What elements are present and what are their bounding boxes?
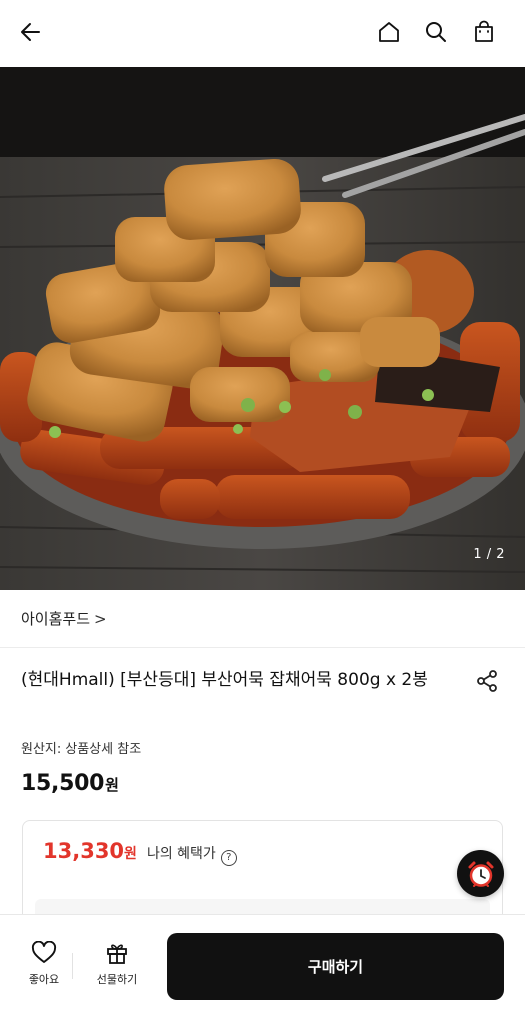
benefit-price-row: 13,330 원 나의 혜택가 ? [43,839,237,866]
benefit-price-label: 나의 혜택가 [146,846,216,862]
brand-row: 아이홈푸드 > [0,590,525,648]
origin-value: 상품상세 참조 [65,742,142,757]
benefit-price-value: 13,330 [43,839,125,863]
home-button[interactable] [371,14,407,50]
alarm-clock-button[interactable] [457,850,504,897]
brand-link[interactable]: 아이홈푸드 > [21,608,107,629]
heart-icon [31,941,57,963]
home-icon [379,22,399,42]
product-image-carousel[interactable]: 1 / 2 [0,67,525,590]
top-header [0,0,525,67]
price-value: 15,500 [21,771,105,796]
search-icon [426,22,446,42]
back-button[interactable] [13,14,49,50]
cart-button[interactable] [466,14,502,50]
like-button[interactable]: 좋아요 [16,941,72,987]
shopping-bag-icon [475,20,493,42]
help-icon[interactable]: ? [220,849,237,866]
share-button[interactable] [472,666,502,696]
arrow-left-icon [21,23,40,41]
like-label: 좋아요 [28,973,60,986]
origin-info: 원산지: 상품상세 참조 [21,738,141,757]
share-icon [477,670,497,692]
product-image [0,67,525,590]
divider [72,953,73,979]
product-title-wrap: (현대Hmall) [부산등대] 부산어묵 잡채어묵 800g x 2봉 [21,666,451,695]
buy-button[interactable]: 구매하기 [167,933,504,1000]
price-unit: 원 [105,776,119,794]
image-pager: 1 / 2 [473,547,505,562]
gift-icon [107,944,127,964]
chevron-right-icon: > [94,609,107,628]
bottom-action-bar: 좋아요 선물하기 구매하기 [0,914,525,1024]
origin-label: 원산지: [21,742,62,757]
product-price: 15,500 원 [21,771,119,796]
product-title: (현대Hmall) [부산등대] 부산어묵 잡채어묵 800g x 2봉 [21,670,428,690]
benefit-price-unit: 원 [124,846,137,862]
brand-name: 아이홈푸드 [21,610,91,628]
alarm-clock-icon [468,861,493,887]
search-button[interactable] [418,14,454,50]
gift-button[interactable]: 선물하기 [89,941,145,987]
gift-label: 선물하기 [96,973,138,986]
